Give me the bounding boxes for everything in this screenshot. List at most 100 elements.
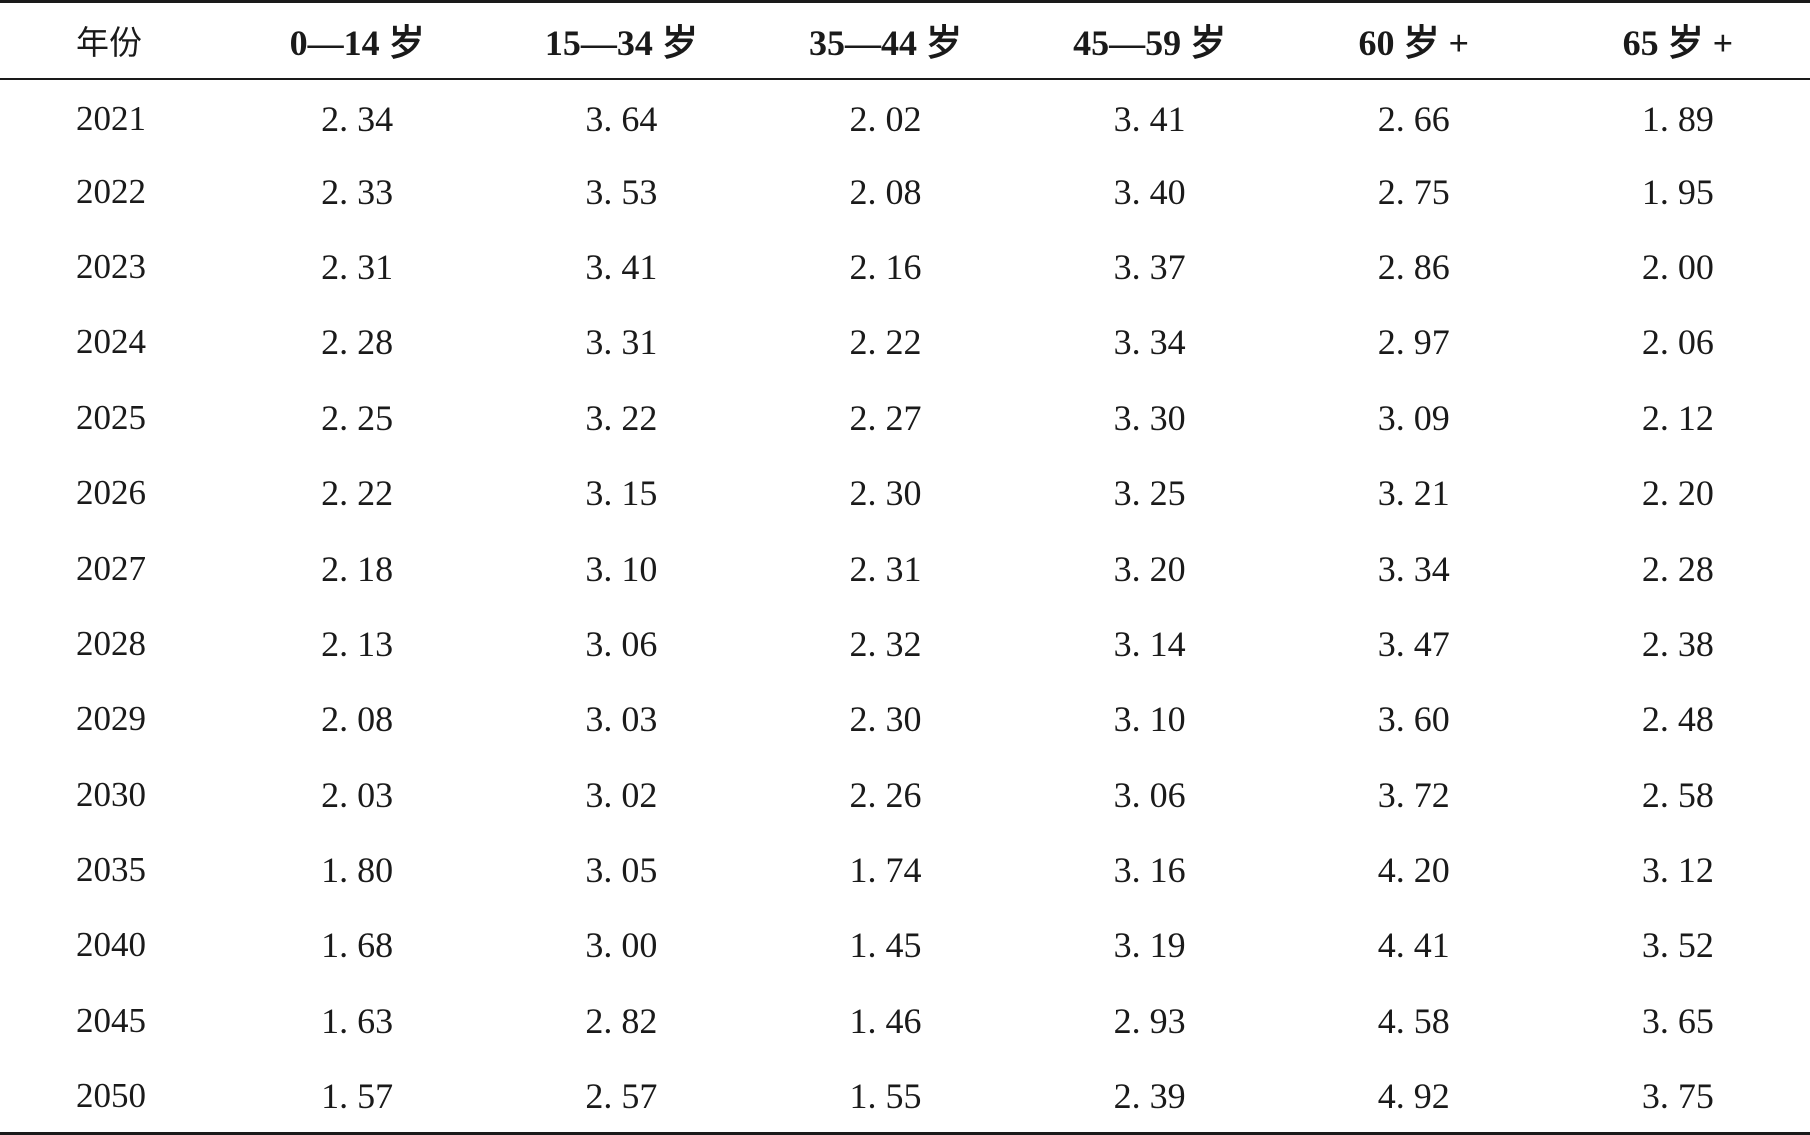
cell-age-35-44: 2. 30 xyxy=(849,473,922,514)
cell-age-65-plus: 3. 52 xyxy=(1641,925,1714,966)
cell-age-0-14: 1. 63 xyxy=(321,1000,394,1041)
header-row: 年份 0—14 岁 15—34 岁 35—44 岁 45—59 岁 60 岁 +… xyxy=(0,0,1810,80)
cell-age-0-14: 2. 25 xyxy=(321,397,394,438)
table-row: 2024 2. 28 3. 31 2. 22 3. 34 2. 97 2. 06 xyxy=(0,305,1810,380)
cell-age-35-44: 2. 02 xyxy=(849,98,922,139)
cell-age-0-14: 2. 18 xyxy=(321,548,394,589)
cell-age-35-44: 2. 08 xyxy=(849,171,922,212)
header-cell-year: 年份 xyxy=(0,0,226,80)
cell-age-45-59: 3. 06 xyxy=(1113,774,1186,815)
cell-age-45-59: 3. 16 xyxy=(1113,850,1186,891)
table-row: 2022 2. 33 3. 53 2. 08 3. 40 2. 75 1. 95 xyxy=(0,154,1810,229)
cell-age-35-44: 1. 74 xyxy=(849,850,922,891)
table-row: 2045 1. 63 2. 82 1. 46 2. 93 4. 58 3. 65 xyxy=(0,983,1810,1058)
table-row: 2029 2. 08 3. 03 2. 30 3. 10 3. 60 2. 48 xyxy=(0,682,1810,757)
table-header: 年份 0—14 岁 15—34 岁 35—44 岁 45—59 岁 60 岁 +… xyxy=(0,0,1810,80)
cell-age-60-plus: 2. 66 xyxy=(1377,98,1450,139)
cell-age-60-plus: 3. 72 xyxy=(1377,774,1450,815)
cell-age-15-34: 3. 00 xyxy=(585,925,658,966)
cell-year: 2021 xyxy=(76,98,146,138)
cell-age-60-plus: 4. 20 xyxy=(1377,850,1450,891)
table-row: 2028 2. 13 3. 06 2. 32 3. 14 3. 47 2. 38 xyxy=(0,606,1810,681)
cell-year: 2029 xyxy=(76,699,146,739)
cell-age-35-44: 2. 32 xyxy=(849,623,922,664)
cell-age-60-plus: 2. 97 xyxy=(1377,322,1450,363)
cell-year: 2027 xyxy=(76,548,146,588)
cell-age-0-14: 1. 68 xyxy=(321,925,394,966)
table-row: 2026 2. 22 3. 15 2. 30 3. 25 3. 21 2. 20 xyxy=(0,455,1810,530)
cell-age-15-34: 3. 22 xyxy=(585,397,658,438)
cell-age-35-44: 2. 22 xyxy=(849,322,922,363)
cell-age-15-34: 3. 15 xyxy=(585,473,658,514)
cell-age-60-plus: 2. 75 xyxy=(1377,171,1450,212)
cell-year: 2028 xyxy=(76,623,146,663)
cell-age-45-59: 3. 37 xyxy=(1113,246,1186,287)
cell-age-15-34: 2. 82 xyxy=(585,1000,658,1041)
cell-age-35-44: 1. 55 xyxy=(753,1058,1018,1135)
cell-age-15-34: 3. 64 xyxy=(585,98,658,139)
cell-year: 2026 xyxy=(76,473,146,513)
header-cell-age-60-plus: 60 岁 + xyxy=(1281,0,1546,80)
table-row: 2025 2. 25 3. 22 2. 27 3. 30 3. 09 2. 12 xyxy=(0,380,1810,455)
cell-age-65-plus: 2. 06 xyxy=(1641,322,1714,363)
cell-year: 2024 xyxy=(76,322,146,362)
table-body: 2021 2. 34 3. 64 2. 02 3. 41 2. 66 1. 89 2022 2.… xyxy=(0,79,1810,1135)
cell-age-65-plus: 2. 20 xyxy=(1641,473,1714,514)
cell-age-65-plus: 2. 48 xyxy=(1641,699,1714,740)
cell-age-45-59: 2. 39 xyxy=(1017,1058,1282,1135)
cell-age-15-34: 3. 31 xyxy=(585,322,658,363)
cell-year: 2022 xyxy=(76,171,146,211)
cell-age-65-plus: 2. 28 xyxy=(1641,548,1714,589)
cell-age-45-59: 3. 34 xyxy=(1113,322,1186,363)
cell-age-45-59: 3. 40 xyxy=(1113,171,1186,212)
cell-age-0-14: 1. 57 xyxy=(225,1058,490,1135)
cell-age-45-59: 3. 30 xyxy=(1113,397,1186,438)
table-row: 2035 1. 80 3. 05 1. 74 3. 16 4. 20 3. 12 xyxy=(0,832,1810,907)
header-cell-age-15-34: 15—34 岁 xyxy=(489,0,754,80)
population-table: 年份 0—14 岁 15—34 岁 35—44 岁 45—59 岁 60 岁 +… xyxy=(0,0,1810,1135)
cell-age-60-plus: 4. 41 xyxy=(1377,925,1450,966)
cell-age-35-44: 2. 26 xyxy=(849,774,922,815)
cell-age-60-plus: 3. 47 xyxy=(1377,623,1450,664)
header-cell-age-35-44: 35—44 岁 xyxy=(753,0,1018,80)
table-row: 2023 2. 31 3. 41 2. 16 3. 37 2. 86 2. 00 xyxy=(0,229,1810,304)
cell-age-15-34: 3. 03 xyxy=(585,699,658,740)
cell-year: 2045 xyxy=(76,1000,146,1040)
cell-age-60-plus: 4. 92 xyxy=(1281,1058,1546,1135)
cell-age-15-34: 3. 05 xyxy=(585,850,658,891)
cell-age-35-44: 2. 27 xyxy=(849,397,922,438)
cell-year: 2030 xyxy=(76,774,146,814)
header-cell-age-45-59: 45—59 岁 xyxy=(1017,0,1282,80)
cell-age-0-14: 2. 03 xyxy=(321,774,394,815)
cell-age-45-59: 3. 19 xyxy=(1113,925,1186,966)
cell-age-65-plus: 2. 58 xyxy=(1641,774,1714,815)
cell-age-0-14: 2. 22 xyxy=(321,473,394,514)
cell-age-35-44: 1. 46 xyxy=(849,1000,922,1041)
cell-age-65-plus: 3. 75 xyxy=(1545,1058,1810,1135)
cell-age-0-14: 2. 33 xyxy=(321,171,394,212)
cell-year: 2025 xyxy=(76,397,146,437)
cell-age-60-plus: 3. 34 xyxy=(1377,548,1450,589)
cell-age-60-plus: 3. 09 xyxy=(1377,397,1450,438)
cell-age-15-34: 3. 10 xyxy=(585,548,658,589)
cell-age-65-plus: 2. 38 xyxy=(1641,623,1714,664)
table-row: 2021 2. 34 3. 64 2. 02 3. 41 2. 66 1. 89 xyxy=(0,79,1810,154)
cell-age-45-59: 2. 93 xyxy=(1113,1000,1186,1041)
cell-age-65-plus: 2. 00 xyxy=(1641,246,1714,287)
table-row: 2050 1. 57 2. 57 1. 55 2. 39 4. 92 3. 75 xyxy=(0,1058,1810,1135)
table-row: 2030 2. 03 3. 02 2. 26 3. 06 3. 72 2. 58 xyxy=(0,757,1810,832)
table-row: 2027 2. 18 3. 10 2. 31 3. 20 3. 34 2. 28 xyxy=(0,531,1810,606)
cell-year: 2040 xyxy=(76,925,146,965)
cell-age-35-44: 2. 31 xyxy=(849,548,922,589)
cell-age-15-34: 3. 41 xyxy=(585,246,658,287)
header-cell-age-65-plus: 65 岁 + xyxy=(1545,0,1810,80)
cell-age-60-plus: 3. 21 xyxy=(1377,473,1450,514)
cell-age-15-34: 2. 57 xyxy=(489,1058,754,1135)
cell-age-60-plus: 2. 86 xyxy=(1377,246,1450,287)
cell-age-45-59: 3. 41 xyxy=(1113,98,1186,139)
cell-age-60-plus: 3. 60 xyxy=(1377,699,1450,740)
cell-age-0-14: 2. 13 xyxy=(321,623,394,664)
cell-age-0-14: 2. 31 xyxy=(321,246,394,287)
header-cell-age-0-14: 0—14 岁 xyxy=(225,0,490,80)
cell-age-65-plus: 1. 95 xyxy=(1641,171,1714,212)
